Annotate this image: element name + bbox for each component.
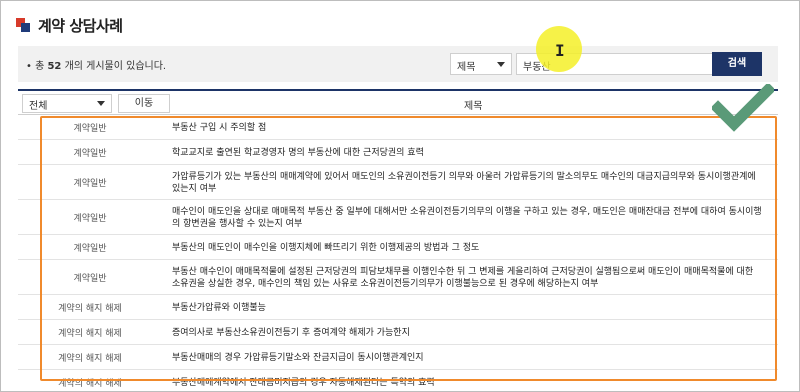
search-field-select[interactable]: 제목	[450, 53, 512, 75]
count-prefix: • 총	[26, 61, 48, 72]
category-select-value: 전체	[29, 101, 48, 112]
annotation-highlight-box	[40, 116, 777, 381]
search-field-value: 제목	[457, 62, 476, 73]
count-suffix: 개의 게시물이 있습니다.	[61, 61, 167, 72]
check-mark-icon	[712, 84, 774, 132]
square-logo-icon	[16, 18, 30, 32]
category-select[interactable]: 전체	[22, 94, 112, 113]
page-title: 계약 상담사례	[38, 16, 123, 35]
chevron-down-icon	[97, 101, 105, 106]
search-bar: • 총 52 개의 게시물이 있습니다. 제목 부동산 검색	[18, 46, 778, 82]
text-cursor-icon: I	[555, 41, 565, 60]
column-header-title: 제목	[464, 101, 483, 112]
page-header: 계약 상담사례	[16, 14, 123, 36]
table-header: 전체 이동 제목	[18, 89, 778, 115]
post-count-text: • 총 52 개의 게시물이 있습니다.	[26, 57, 166, 72]
move-button[interactable]: 이동	[118, 94, 170, 113]
search-button[interactable]: 검색	[712, 52, 762, 76]
post-count: 52	[47, 61, 62, 72]
chevron-down-icon	[497, 62, 505, 67]
